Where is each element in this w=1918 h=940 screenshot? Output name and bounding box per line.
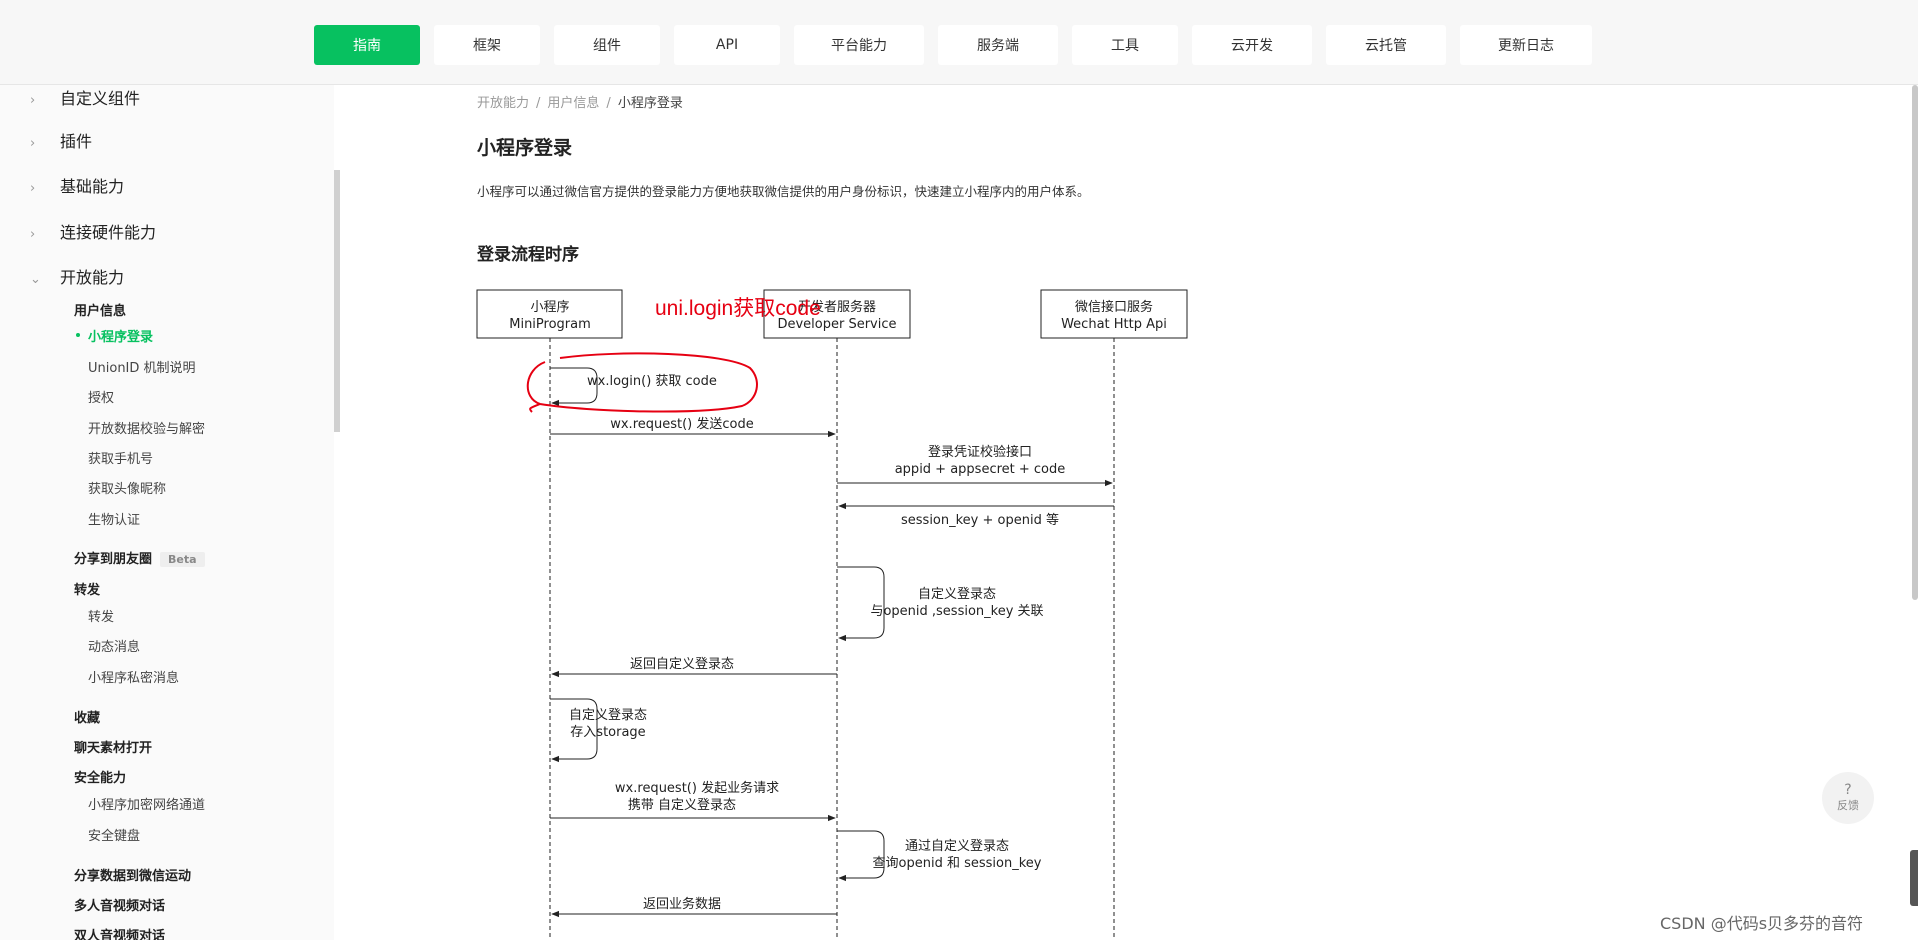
- question-icon: ?: [1844, 782, 1852, 798]
- side-panel-handle[interactable]: [1910, 850, 1918, 906]
- message-label: 登录凭证校验接口: [928, 444, 1032, 460]
- feedback-button[interactable]: ? 反馈: [1822, 772, 1874, 824]
- page-scrollbar[interactable]: [1912, 85, 1918, 600]
- csdn-watermark: CSDN @代码s贝多芬的音符: [1660, 914, 1864, 933]
- message-label: 返回业务数据: [643, 896, 721, 912]
- handwritten-annotation: uni.login获取code: [655, 297, 821, 320]
- message-label: 通过自定义登录态: [905, 839, 1009, 854]
- message-label: 存入storage: [570, 725, 645, 740]
- message-label: wx.request() 发送code: [610, 416, 754, 432]
- message-label: 自定义登录态: [918, 587, 996, 602]
- svg-text:MiniProgram: MiniProgram: [509, 317, 591, 332]
- svg-text:微信接口服务: 微信接口服务: [1075, 299, 1153, 315]
- svg-text:Wechat Http Api: Wechat Http Api: [1061, 317, 1167, 332]
- message-label: appid + appsecret + code: [895, 462, 1066, 477]
- login-sequence-diagram: 小程序 MiniProgram 开发者服务器 Developer Service…: [476, 289, 1188, 940]
- message-label: 与openid ,session_key 关联: [870, 604, 1043, 619]
- message-label: wx.login() 获取 code: [587, 374, 717, 389]
- message-self-session: [837, 566, 885, 642]
- message-label: 返回自定义登录态: [630, 657, 734, 672]
- svg-text:小程序: 小程序: [530, 300, 569, 315]
- message-label: 自定义登录态: [569, 708, 647, 723]
- actor-miniprogram: 小程序 MiniProgram: [476, 289, 623, 339]
- message-label: 携带 自定义登录态: [628, 797, 736, 813]
- feedback-label: 反馈: [1837, 799, 1859, 812]
- message-label: 查询openid 和 session_key: [873, 856, 1042, 871]
- message-label: session_key + openid 等: [901, 512, 1059, 528]
- message-label: wx.request() 发起业务请求: [615, 780, 779, 796]
- actor-wechat-api: 微信接口服务 Wechat Http Api: [1040, 289, 1188, 339]
